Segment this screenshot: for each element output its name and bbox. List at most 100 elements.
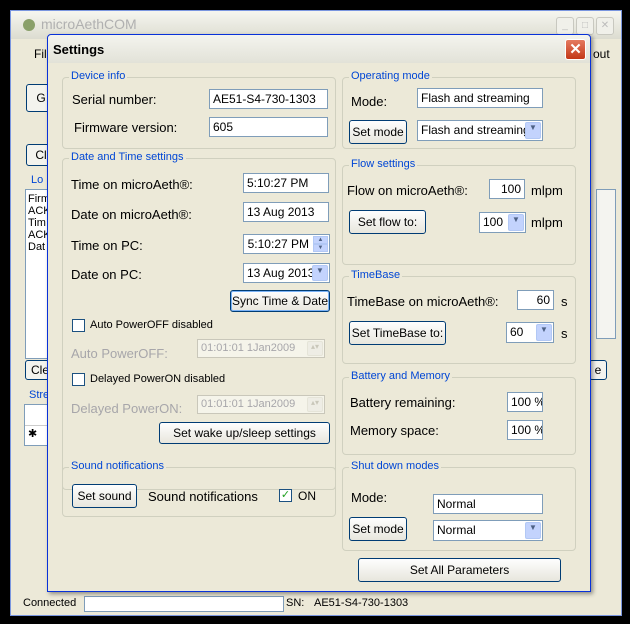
log-group-label: Lo xyxy=(31,174,44,186)
firmware-field[interactable]: 605 xyxy=(209,117,328,137)
timebase-title: TimeBase xyxy=(349,269,403,281)
auto-poweroff-check-label: Auto PowerOFF disabled xyxy=(90,319,213,331)
memory-label: Memory space: xyxy=(350,423,439,438)
log-scrollbar[interactable] xyxy=(596,189,616,339)
timebase-unit: s xyxy=(561,294,568,309)
date-micro-label: Date on microAeth®: xyxy=(71,207,192,222)
progress-bar xyxy=(84,596,284,612)
device-info-title: Device info xyxy=(69,70,128,82)
timebase-group: TimeBase TimeBase on microAeth®: 60 s Se… xyxy=(342,269,576,364)
timebase-label: TimeBase on microAeth®: xyxy=(347,294,499,309)
sound-on-label: ON xyxy=(298,489,316,503)
chevron-down-icon[interactable]: ▼ xyxy=(312,265,328,281)
close-main-icon[interactable]: ✕ xyxy=(596,17,614,35)
log-list[interactable]: Firm ACK Tim ACK Dat xyxy=(25,189,51,359)
delayed-poweron-label: Delayed PowerON: xyxy=(71,401,183,416)
battery-memory-title: Battery and Memory xyxy=(349,370,453,382)
memory-field[interactable]: 100 % xyxy=(507,420,543,440)
log-line: ACK xyxy=(28,229,51,241)
operating-mode-group: Operating mode Mode: Flash and streaming… xyxy=(342,70,576,149)
flow-select-value: 100 xyxy=(483,215,504,229)
firmware-label: Firmware version: xyxy=(74,120,178,135)
spinner-icon: ▴▾ xyxy=(307,341,323,356)
datetime-group: Date and Time settings Time on microAeth… xyxy=(62,151,336,490)
operating-mode-title: Operating mode xyxy=(349,70,432,82)
log-line: Tim xyxy=(28,217,46,229)
flow-settings-group: Flow settings Flow on microAeth®: 100 ml… xyxy=(342,158,576,265)
datetime-title: Date and Time settings xyxy=(69,151,186,163)
set-all-parameters-button[interactable]: Set All Parameters xyxy=(358,558,561,582)
flow-unit: mlpm xyxy=(531,183,563,198)
timebase-unit-2: s xyxy=(561,326,568,341)
main-e-button[interactable]: e xyxy=(589,360,607,380)
status-bar: Connected SN: AE51-S4-730-1303 xyxy=(18,594,616,614)
serial-field[interactable]: AE51-S4-730-1303 xyxy=(209,89,328,109)
new-row-icon: ✱ xyxy=(28,428,38,440)
chevron-down-icon[interactable]: ▼ xyxy=(525,522,541,539)
stream-grid[interactable]: ✱ xyxy=(24,404,48,446)
main-window-title: microAethCOM xyxy=(41,16,137,32)
chevron-down-icon[interactable]: ▼ xyxy=(508,214,524,231)
flow-label: Flow on microAeth®: xyxy=(347,183,468,198)
sn-label: SN: xyxy=(286,597,305,609)
settings-titlebar: Settings xyxy=(48,35,590,63)
shutdown-mode-label: Mode: xyxy=(351,490,388,505)
op-mode-select-value: Flash and streaming xyxy=(421,123,530,137)
delayed-poweron-check-label: Delayed PowerON disabled xyxy=(90,373,226,385)
chevron-down-icon[interactable]: ▼ xyxy=(536,324,552,341)
app-logo-icon xyxy=(23,19,35,31)
auto-poweroff-value: 01:01:01 1Jan2009 xyxy=(201,342,296,354)
shutdown-title: Shut down modes xyxy=(349,460,442,472)
date-micro-field[interactable]: 13 Aug 2013 xyxy=(243,202,329,222)
log-line: ACK xyxy=(28,205,51,217)
timebase-field[interactable]: 60 xyxy=(517,290,554,310)
date-pc-value: 13 Aug 2013 xyxy=(247,266,315,280)
delayed-poweron-value: 01:01:01 1Jan2009 xyxy=(201,398,296,410)
delayed-poweron-picker[interactable]: 01:01:01 1Jan2009 ▴▾ xyxy=(197,395,325,414)
sound-group: Sound notifications Set sound Sound noti… xyxy=(62,460,336,517)
op-mode-select[interactable]: Flash and streaming ▼ xyxy=(417,120,543,141)
sound-title: Sound notifications xyxy=(69,460,166,472)
wakeup-sleep-button[interactable]: Set wake up/sleep settings xyxy=(159,422,330,444)
timebase-select[interactable]: 60 ▼ xyxy=(506,322,554,343)
serial-label: Serial number: xyxy=(72,92,157,107)
set-sound-button[interactable]: Set sound xyxy=(72,484,137,508)
shutdown-mode-field[interactable]: Normal xyxy=(433,494,543,514)
settings-dialog: Settings ✕ Device info Serial number: AE… xyxy=(47,34,591,592)
close-icon[interactable]: ✕ xyxy=(565,39,586,60)
flow-field[interactable]: 100 xyxy=(489,179,525,199)
minimize-icon[interactable]: _ xyxy=(556,17,574,35)
shutdown-mode-select[interactable]: Normal ▼ xyxy=(433,520,543,541)
battery-memory-group: Battery and Memory Battery remaining: 10… xyxy=(342,370,576,455)
sync-time-date-button[interactable]: Sync Time & Date xyxy=(230,290,330,312)
shutdown-group: Shut down modes Mode: Normal Set mode No… xyxy=(342,460,576,551)
spinner-icon: ▴▾ xyxy=(307,397,323,412)
chevron-down-icon[interactable]: ▼ xyxy=(525,122,541,139)
auto-poweroff-picker[interactable]: 01:01:01 1Jan2009 ▴▾ xyxy=(197,339,325,358)
time-pc-picker[interactable]: 5:10:27 PM ▲ ▼ xyxy=(243,234,330,254)
flow-select[interactable]: 100 ▼ xyxy=(479,212,526,233)
set-op-mode-button[interactable]: Set mode xyxy=(349,120,407,144)
time-micro-field[interactable]: 5:10:27 PM xyxy=(243,173,329,193)
set-timebase-button[interactable]: Set TimeBase to: xyxy=(349,321,446,345)
timebase-select-value: 60 xyxy=(510,325,524,339)
battery-field[interactable]: 100 % xyxy=(507,392,543,412)
dialog-title: Settings xyxy=(53,42,105,57)
op-mode-label: Mode: xyxy=(351,94,388,109)
date-pc-picker[interactable]: 13 Aug 2013 ▼ xyxy=(243,263,330,283)
sound-on-checkbox[interactable]: ✓ xyxy=(279,489,292,502)
sound-label: Sound notifications xyxy=(148,489,258,504)
log-line: Dat xyxy=(28,241,46,253)
set-flow-button[interactable]: Set flow to: xyxy=(349,210,426,234)
op-mode-field[interactable]: Flash and streaming xyxy=(417,88,543,108)
connection-status: Connected xyxy=(23,597,77,609)
time-spinner-icon[interactable]: ▲ ▼ xyxy=(313,236,328,252)
set-shutdown-mode-button[interactable]: Set mode xyxy=(349,517,407,541)
flow-title: Flow settings xyxy=(349,158,418,170)
battery-label: Battery remaining: xyxy=(350,395,456,410)
maximize-icon[interactable]: □ xyxy=(576,17,594,35)
delayed-poweron-checkbox[interactable] xyxy=(72,373,85,386)
auto-poweroff-checkbox[interactable] xyxy=(72,319,85,332)
auto-poweroff-label: Auto PowerOFF: xyxy=(71,346,168,361)
menu-about[interactable]: out xyxy=(593,47,610,61)
